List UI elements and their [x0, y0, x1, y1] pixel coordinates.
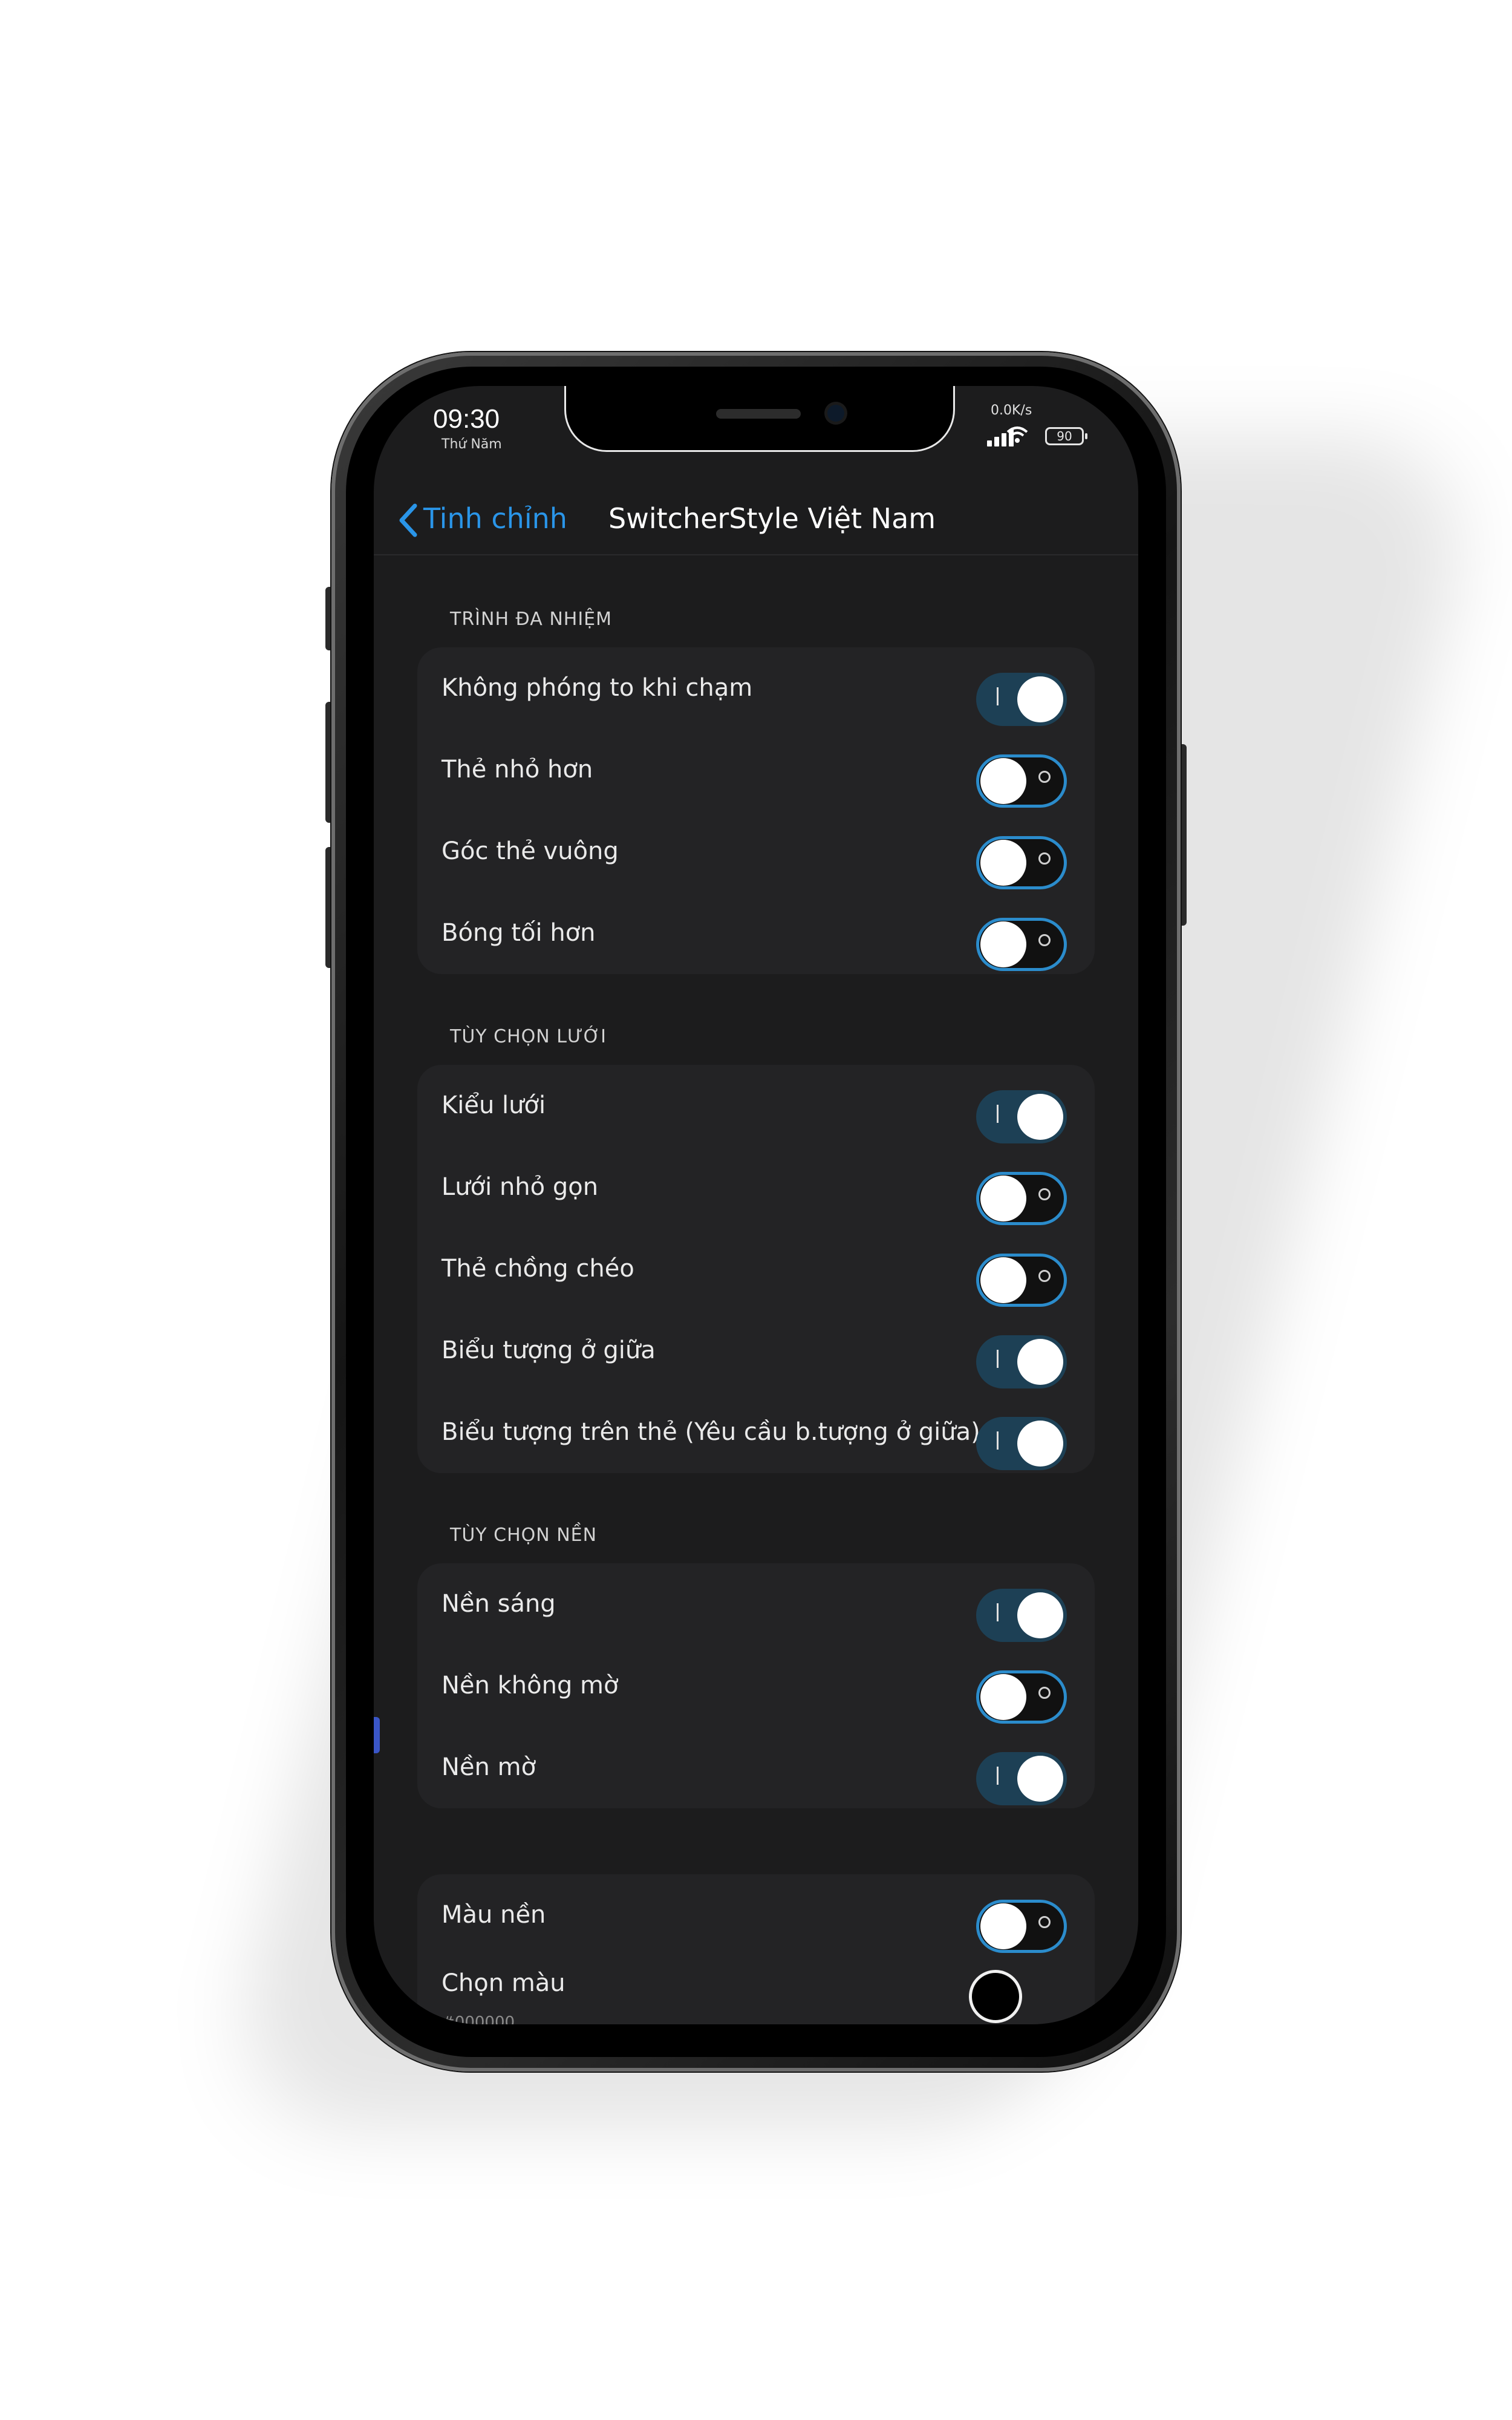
settings-row: Không phóng to khi chạm — [417, 647, 1095, 729]
settings-group-grid-options: Kiểu lưới Lưới nhỏ gọn Thẻ chồng chéo Bi… — [417, 1065, 1095, 1473]
settings-row: Màu nền — [417, 1874, 1095, 1956]
row-label: Góc thẻ vuông — [442, 837, 619, 865]
row-label: Biểu tượng ở giữa — [442, 1336, 656, 1364]
color-hex-value: #000000 — [442, 2013, 515, 2024]
settings-row: Biểu tượng trên thẻ (Yêu cầu b.tượng ở g… — [417, 1392, 1095, 1473]
toggle-switch-on[interactable] — [976, 1589, 1067, 1642]
network-speed: 0.0K/s — [991, 403, 1032, 418]
navigation-bar: Tinh chỉnh SwitcherStyle Việt Nam — [374, 489, 1138, 555]
settings-row: Nền sáng — [417, 1563, 1095, 1645]
color-swatch[interactable] — [969, 1970, 1022, 2023]
row-label: Nền không mờ — [442, 1672, 619, 1699]
speaker-grille — [716, 409, 801, 419]
settings-row: Nền mờ — [417, 1727, 1095, 1808]
settings-row: Bóng tối hơn — [417, 892, 1095, 974]
settings-group-multitasking: Không phóng to khi chạm Thẻ nhỏ hơn Góc … — [417, 647, 1095, 974]
chevron-left-icon[interactable] — [397, 502, 419, 538]
settings-row: Lưới nhỏ gọn — [417, 1146, 1095, 1228]
toggle-switch-off[interactable] — [976, 1670, 1067, 1724]
settings-row: Kiểu lưới — [417, 1065, 1095, 1146]
row-label: Thẻ chồng chéo — [442, 1255, 634, 1283]
settings-row: Biểu tượng ở giữa — [417, 1310, 1095, 1392]
row-label: Bóng tối hơn — [442, 919, 596, 947]
notch — [564, 386, 955, 452]
color-picker-label: Chọn màu — [442, 1969, 565, 1997]
row-label: Màu nền — [442, 1901, 546, 1929]
status-time: 09:30 — [433, 404, 500, 434]
row-label: Kiểu lưới — [442, 1091, 546, 1119]
battery-indicator: 90 — [1045, 427, 1087, 445]
edge-handle[interactable] — [374, 1717, 380, 1753]
section-header-multitasking: TRÌNH ĐA NHIỆM — [450, 609, 613, 630]
settings-row: Thẻ chồng chéo — [417, 1228, 1095, 1310]
phone-screen: 09:30 Thứ Năm 0.0K/s 90 Tinh chỉnh Switc… — [374, 386, 1138, 2024]
toggle-switch-off[interactable] — [976, 836, 1067, 889]
toggle-switch-off[interactable] — [976, 918, 1067, 971]
toggle-switch-on[interactable] — [976, 673, 1067, 726]
section-header-grid-options: TÙY CHỌN LƯỚI — [450, 1026, 607, 1047]
row-label: Lưới nhỏ gọn — [442, 1173, 599, 1201]
settings-group-background-options: Nền sáng Nền không mờ Nền mờ — [417, 1563, 1095, 1808]
section-header-background-options: TÙY CHỌN NỀN — [450, 1525, 598, 1546]
toggle-switch-off[interactable] — [976, 1254, 1067, 1307]
settings-row: Góc thẻ vuông — [417, 811, 1095, 892]
row-label: Nền mờ — [442, 1753, 536, 1781]
row-label: Thẻ nhỏ hơn — [442, 756, 593, 783]
row-label: Không phóng to khi chạm — [442, 674, 753, 702]
front-camera-icon — [827, 405, 844, 422]
toggle-switch-on[interactable] — [976, 1335, 1067, 1388]
settings-row: Nền không mờ — [417, 1645, 1095, 1727]
toggle-switch-off[interactable] — [976, 1900, 1067, 1953]
row-label: Biểu tượng trên thẻ (Yêu cầu b.tượng ở g… — [442, 1418, 980, 1446]
toggle-switch-off[interactable] — [976, 754, 1067, 808]
back-button[interactable]: Tinh chỉnh — [423, 502, 567, 535]
toggle-switch-on[interactable] — [976, 1090, 1067, 1143]
wifi-icon — [1005, 425, 1029, 451]
page-title: SwitcherStyle Việt Nam — [608, 502, 936, 535]
toggle-switch-on[interactable] — [976, 1417, 1067, 1470]
status-day: Thứ Năm — [442, 437, 502, 452]
settings-row: Thẻ nhỏ hơn — [417, 729, 1095, 811]
toggle-switch-on[interactable] — [976, 1752, 1067, 1805]
row-label: Nền sáng — [442, 1590, 556, 1618]
toggle-switch-off[interactable] — [976, 1172, 1067, 1225]
